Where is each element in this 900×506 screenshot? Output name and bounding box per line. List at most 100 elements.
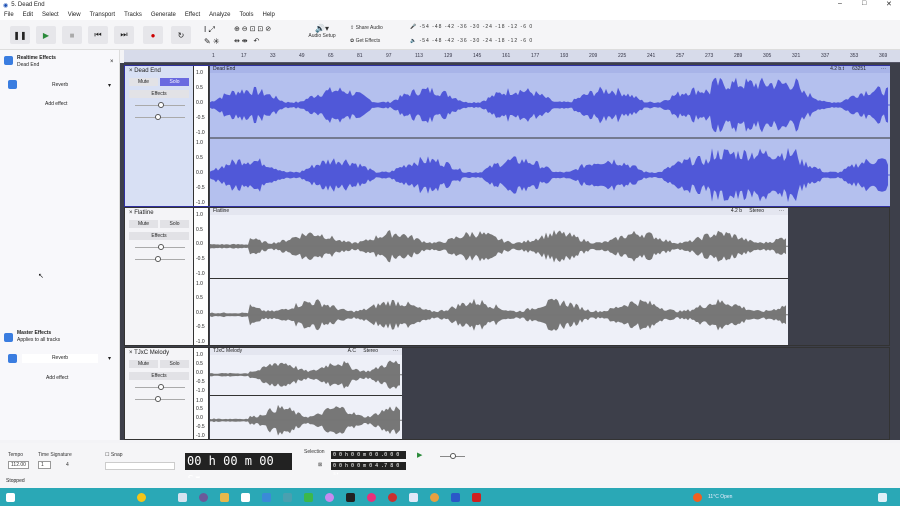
tools-icon[interactable]: I ⤢ ✎ ✳ — [204, 24, 220, 48]
stop-button[interactable]: ■ — [62, 26, 82, 44]
audio-clip[interactable]: Dead End 63251 4.2 b.t ··· — [210, 66, 890, 206]
pan-thumb[interactable] — [155, 114, 161, 120]
effects-button[interactable]: Effects — [129, 372, 189, 380]
track-1[interactable]: × Flatline Mute Solo Effects 1.0 0.5 0.0 -0.… — [124, 207, 890, 346]
track-close-icon[interactable]: × — [129, 350, 133, 356]
ruler-tick-label: 241 — [647, 53, 656, 59]
track-header[interactable]: × Dead End Mute Solo Effects — [125, 66, 194, 206]
solo-button[interactable]: Solo — [160, 360, 189, 368]
menu-tools[interactable]: Tools — [239, 12, 253, 18]
track-header[interactable]: × Flatline Mute Solo Effects — [125, 208, 194, 345]
app-icon[interactable] — [388, 492, 397, 502]
master-add-effect-button[interactable]: Add effect — [46, 375, 68, 381]
close-button[interactable]: ✕ — [886, 0, 892, 8]
music-icon[interactable] — [325, 492, 334, 502]
menu-analyze[interactable]: Analyze — [209, 12, 230, 18]
task-view-icon[interactable] — [178, 492, 187, 502]
snap-checkbox[interactable]: ☐ Snap — [105, 452, 123, 458]
track-name[interactable]: Flatline — [134, 210, 153, 216]
track-2[interactable]: × TJxC Melody Mute Solo Effects 1.0 0.5 0.0… — [124, 347, 890, 440]
store-icon[interactable] — [241, 492, 250, 502]
skip-start-button[interactable]: ⏮ — [88, 26, 108, 44]
copilot-icon[interactable] — [137, 492, 146, 502]
mute-button[interactable]: Mute — [129, 220, 158, 228]
app-icon[interactable] — [367, 492, 376, 502]
menu-select[interactable]: Select — [42, 12, 59, 18]
get-effects-button[interactable]: ✿ Get Effects — [350, 38, 380, 44]
maximize-button[interactable]: □ — [862, 0, 866, 7]
track-name[interactable]: Dead End — [134, 68, 161, 74]
mail-icon[interactable] — [262, 492, 271, 502]
playback-meter[interactable]: 🔈 -54 -48 -42 -36 -30 -24 -18 -12 -6 0 — [410, 38, 533, 44]
menu-transport[interactable]: Transport — [90, 12, 115, 18]
menu-view[interactable]: View — [68, 12, 81, 18]
gain-thumb[interactable] — [158, 102, 164, 108]
solo-button[interactable]: Solo — [160, 220, 189, 228]
timeline-ruler[interactable]: 1 17 33 49 65 81 97 113 129 145 161 177 193 209 225 241… — [124, 50, 900, 63]
app-icon[interactable] — [199, 492, 208, 502]
effects-button[interactable]: Effects — [129, 232, 189, 240]
effects-button[interactable]: Effects — [129, 90, 189, 98]
menu-file[interactable]: File — [4, 12, 14, 18]
skip-end-button[interactable]: ⏭ — [114, 26, 134, 44]
app-icon[interactable] — [283, 492, 292, 502]
pan-thumb[interactable] — [155, 396, 161, 402]
play-at-speed-button[interactable]: ▶ — [417, 451, 422, 459]
mute-button[interactable]: Mute — [129, 78, 158, 86]
file-explorer-icon[interactable] — [220, 492, 229, 502]
audacity-icon[interactable] — [451, 492, 460, 502]
track-header[interactable]: × TJxC Melody Mute Solo Effects — [125, 348, 194, 439]
notifications-icon[interactable] — [878, 492, 888, 502]
start-icon[interactable] — [6, 492, 15, 502]
solo-button[interactable]: Solo — [160, 78, 189, 86]
snap-dropdown[interactable] — [105, 462, 175, 470]
record-meter[interactable]: 🎤 -54 -48 -42 -36 -30 -24 -18 -12 -6 0 — [410, 24, 533, 30]
record-button[interactable]: ● — [143, 26, 163, 44]
pan-thumb[interactable] — [155, 256, 161, 262]
selection-mode-icon[interactable]: ⊠ — [318, 462, 322, 468]
selection-end[interactable]: 0 0 h 0 0 m 0 4 .7 8 0 s▾ — [331, 462, 406, 477]
app-icon[interactable] — [304, 492, 313, 502]
tempo-input[interactable]: 112.00 — [8, 461, 29, 469]
chrome-icon[interactable] — [430, 492, 439, 502]
share-audio-button[interactable]: ⇪ Share Audio — [350, 25, 383, 31]
loop-button[interactable]: ↻ — [171, 26, 191, 44]
audio-clip[interactable]: Flatline Stereo 4.2 b ··· — [210, 208, 788, 345]
minimize-button[interactable]: – — [838, 0, 842, 7]
track-name[interactable]: TJxC Melody — [134, 350, 169, 356]
pdf-icon[interactable] — [472, 492, 481, 502]
ruler-tick-label: 305 — [763, 53, 772, 59]
time-display[interactable]: 00 h 00 m 00 s▾ — [185, 453, 292, 485]
menu-effect[interactable]: Effect — [185, 12, 200, 18]
track-close-icon[interactable]: × — [129, 210, 133, 216]
app-icon[interactable] — [346, 492, 355, 502]
zoom-tools-icon[interactable]: ⊕ ⊖ ⊡ ⊡ ⊘ ⇹ ⇼ ↶ — [234, 24, 271, 48]
selection-start[interactable]: 0 0 h 0 0 m 0 0 .0 0 0 s▾ — [331, 451, 406, 466]
speed-slider-thumb[interactable] — [450, 453, 456, 459]
audio-clip[interactable]: TJxC Melody Stereo A.C ··· — [210, 348, 402, 439]
time-signature-numerator[interactable]: 1 — [38, 461, 51, 469]
menu-help[interactable]: Help — [262, 12, 274, 18]
gain-thumb[interactable] — [158, 384, 164, 390]
master-effect-menu-icon[interactable]: ▾ — [108, 355, 111, 362]
effect-name[interactable]: Reverb — [52, 82, 68, 88]
track-close-icon[interactable]: × — [129, 68, 133, 74]
menu-tracks[interactable]: Tracks — [124, 12, 142, 18]
power-toggle-icon[interactable] — [8, 80, 17, 89]
menu-edit[interactable]: Edit — [23, 12, 33, 18]
audio-setup-button[interactable]: 🔊▾ Audio Setup — [305, 24, 339, 39]
time-signature-denominator[interactable]: 4 — [66, 462, 69, 468]
track-0[interactable]: × Dead End Mute Solo Effects 1.0 0.5 0.0 -0.… — [124, 65, 890, 207]
effect-menu-icon[interactable]: ▾ — [108, 82, 111, 89]
master-power-toggle-icon[interactable] — [8, 354, 17, 363]
add-effect-button[interactable]: Add effect — [45, 101, 67, 107]
gain-thumb[interactable] — [158, 244, 164, 250]
app-icon[interactable] — [409, 492, 418, 502]
close-panel-icon[interactable]: × — [110, 59, 114, 65]
mute-button[interactable]: Mute — [129, 360, 158, 368]
master-effect-name[interactable]: Reverb — [22, 354, 98, 363]
play-button[interactable]: ▶ — [36, 26, 56, 44]
pause-button[interactable]: ❚❚ — [10, 26, 30, 44]
menu-generate[interactable]: Generate — [151, 12, 176, 18]
weather-text[interactable]: 11°C Open — [708, 494, 732, 500]
